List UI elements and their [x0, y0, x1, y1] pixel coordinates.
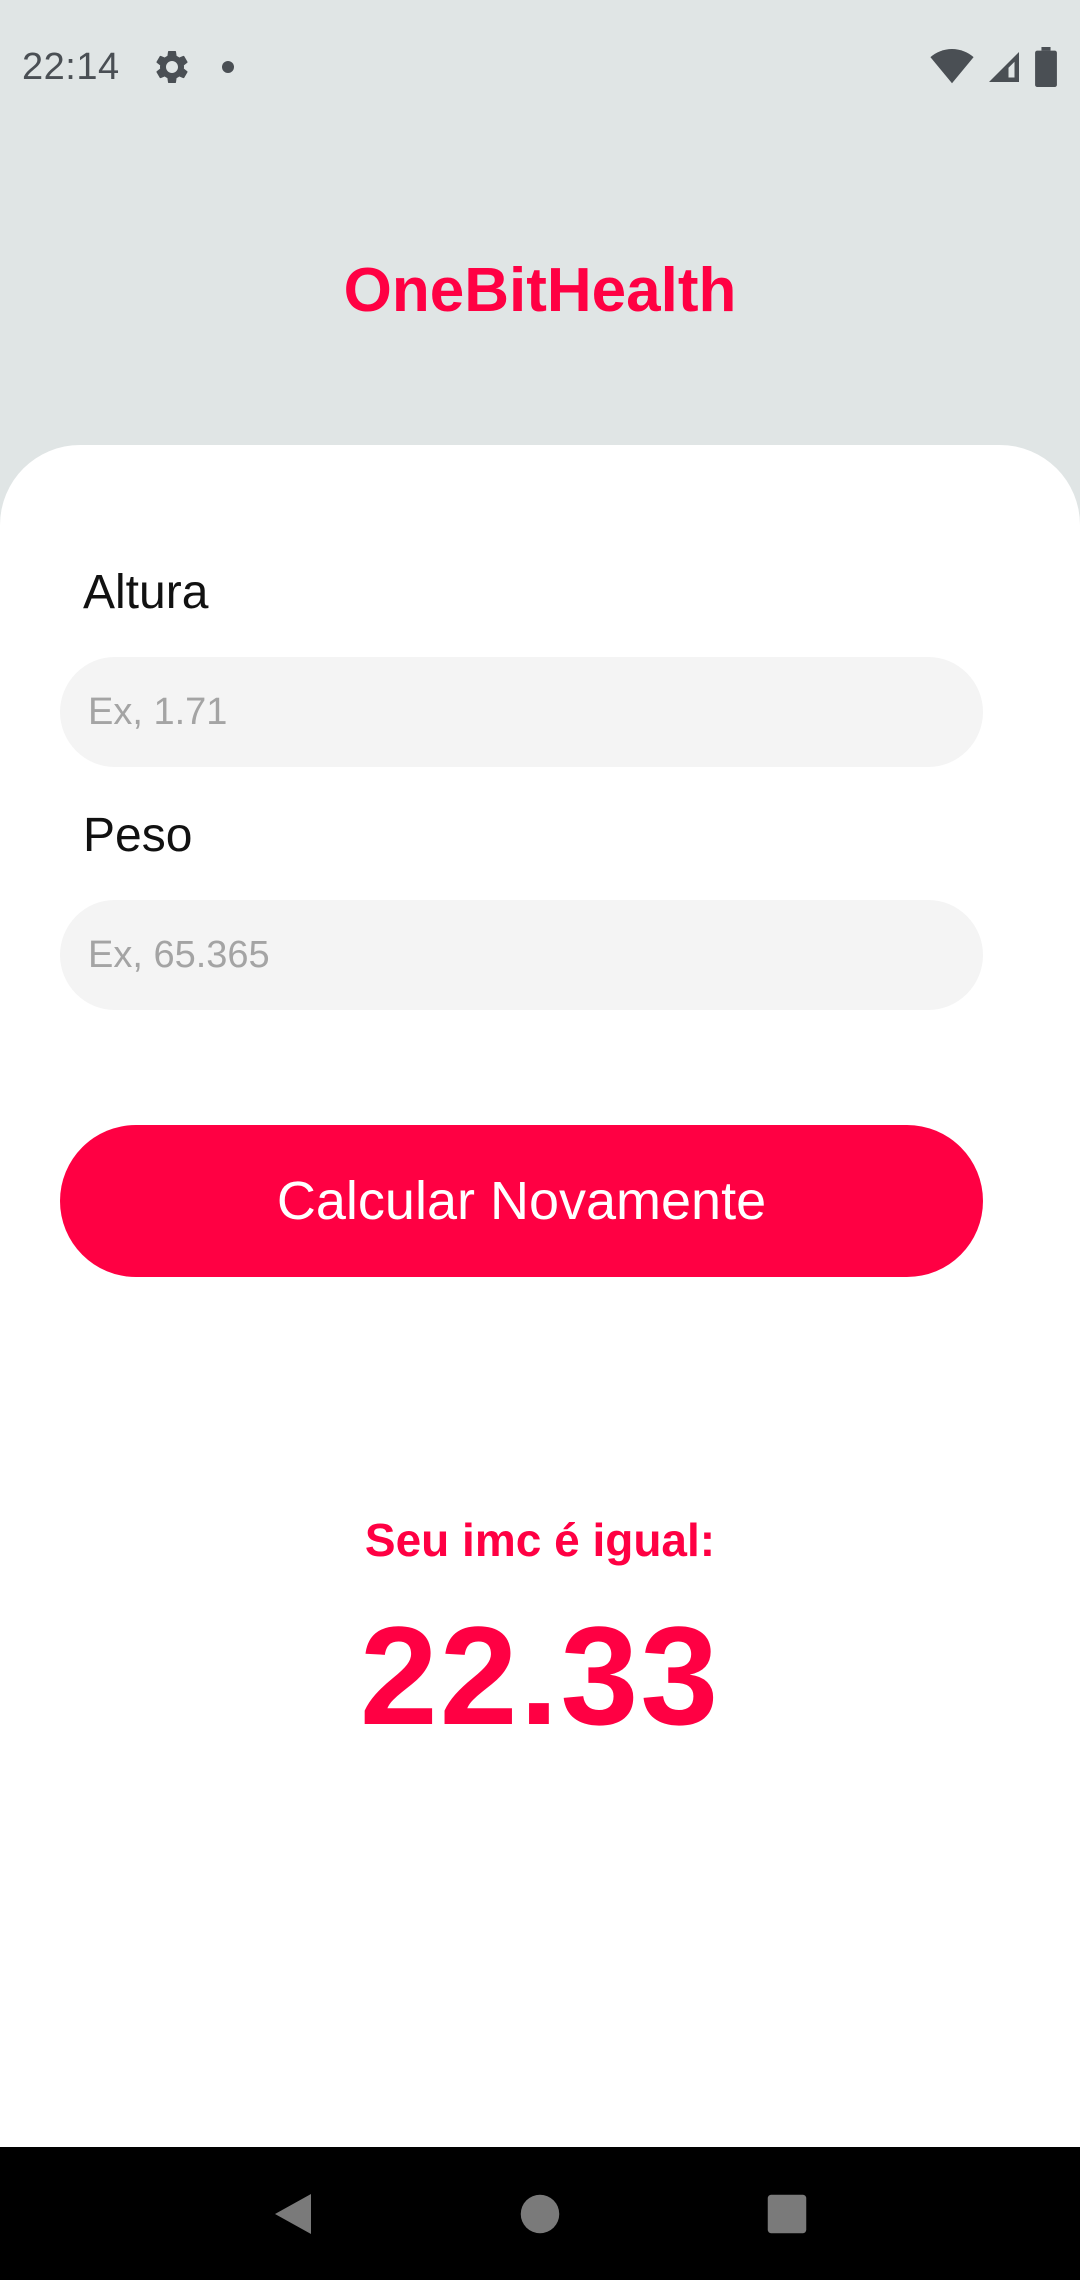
app-title: OneBitHealth [343, 256, 737, 325]
bmi-result-value: 22.33 [359, 1597, 721, 1754]
app-screen: 22:14 OneBitHealth Altura Peso Calcular … [0, 0, 1080, 2280]
signal-icon [989, 52, 1019, 82]
navigation-bar [0, 2147, 1080, 2280]
battery-icon [1035, 47, 1057, 87]
result-label: Seu imc é igual: [364, 1514, 716, 1566]
back-icon [275, 2193, 312, 2234]
weight-input[interactable] [60, 900, 983, 1010]
settings-icon [156, 50, 188, 83]
height-label: Altura [83, 566, 209, 619]
back-button[interactable] [263, 2184, 323, 2244]
status-time: 22:14 [22, 45, 120, 88]
recents-button[interactable] [757, 2184, 817, 2244]
status-bar: 22:14 [0, 0, 1080, 134]
notification-dot-icon [221, 61, 234, 73]
height-input[interactable] [60, 657, 983, 767]
home-button[interactable] [510, 2184, 570, 2244]
recents-icon [767, 2194, 806, 2233]
status-icons [930, 47, 1058, 87]
home-icon [520, 2194, 560, 2233]
calculate-again-button[interactable]: Calcular Novamente [60, 1125, 983, 1277]
form-card: Altura Peso Calcular Novamente Seu imc é… [0, 445, 1080, 2147]
wifi-icon [930, 49, 974, 84]
weight-label: Peso [83, 809, 193, 862]
